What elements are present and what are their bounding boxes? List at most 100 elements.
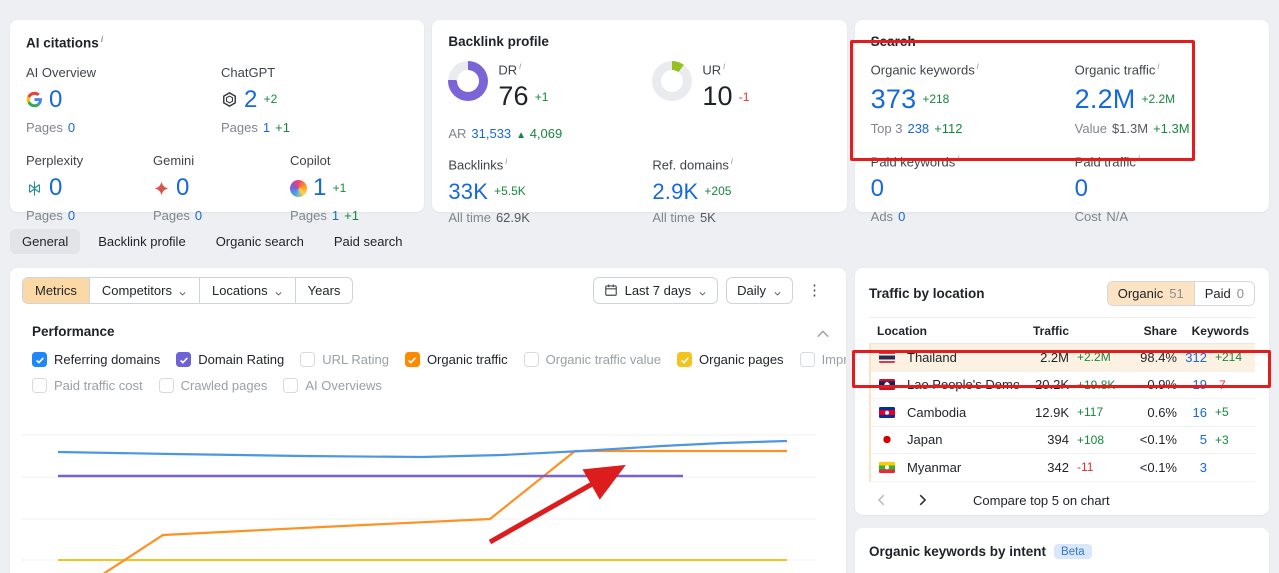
table-row-laos[interactable]: Lao People's Democratic Reput 20.2K +19.… [871,372,1255,399]
tab-general[interactable]: General [10,229,81,254]
checkbox-url-rating[interactable]: URL Rating [300,352,389,367]
traffic-by-location-title: Traffic by location [869,286,985,301]
pages-value[interactable]: 1 [263,120,270,136]
ref-domains-value[interactable]: 2.9K [652,178,698,206]
table-row-cambodia[interactable]: Cambodia 12.9K +117 0.6% 16 +5 [871,399,1255,427]
metric-ref-domains: Ref. domains i 2.9K +205 All time 5K [652,156,830,226]
pages-value[interactable]: 1 [332,208,339,224]
column-keywords[interactable]: Keywords [1177,324,1249,338]
table-row-myanmar[interactable]: Myanmar 342 -11 <0.1% 3 [871,454,1255,482]
info-icon[interactable]: i [1157,61,1159,71]
keywords-value[interactable]: 5 [1177,432,1207,447]
collapse-chevron-up-icon[interactable] [816,327,830,338]
tab-paid-search[interactable]: Paid search [322,229,415,254]
ur-label: UR [702,62,722,78]
table-row-thailand[interactable]: Thailand 2.2M +2.2M 98.4% 312 +214 [871,344,1255,372]
info-icon[interactable]: i [723,61,725,71]
share-value: <0.1% [1139,432,1177,448]
pages-value[interactable]: 0 [68,208,75,224]
checkbox-crawled-pages[interactable]: Crawled pages [158,378,267,393]
ads-value[interactable]: 0 [898,209,905,225]
perplexity-value[interactable]: 0 [49,173,63,203]
paid-traffic-value[interactable]: 0 [1075,174,1089,204]
locations-button[interactable]: Locations [198,277,295,303]
column-share[interactable]: Share [1121,324,1177,338]
traffic-value: 394 [1047,432,1069,448]
checkbox-organic-pages[interactable]: Organic pages [677,352,784,367]
date-range-button[interactable]: Last 7 days [592,276,719,304]
metrics-button[interactable]: Metrics [23,277,89,303]
years-button[interactable]: Years [294,277,353,303]
info-icon[interactable]: i [957,153,959,163]
checkbox-organic-traffic[interactable]: Organic traffic [404,352,508,367]
ar-label: AR [448,126,467,142]
google-icon [26,91,43,108]
info-icon[interactable]: i [505,156,507,166]
pages-label: Pages [153,208,190,224]
copilot-value[interactable]: 1 [313,173,327,203]
info-icon[interactable]: i [731,156,733,166]
info-icon[interactable]: i [977,61,979,71]
checkbox-organic-traffic-value[interactable]: Organic traffic value [523,352,661,367]
tab-backlink-profile[interactable]: Backlink profile [86,229,197,254]
ads-label: Ads [870,209,894,225]
pages-label: Pages [221,119,258,135]
checkbox-paid-traffic-cost[interactable]: Paid traffic cost [32,378,143,393]
alltime-value: 62.9K [495,210,530,226]
chart-toolbar: Metrics Competitors Locations Years Last… [10,276,846,304]
checkbox-ai-overviews[interactable]: AI Overviews [283,378,382,393]
toggle-organic[interactable]: Organic 51 [1107,282,1195,305]
beta-badge: Beta [1054,544,1092,559]
column-traffic[interactable]: Traffic [1019,324,1069,338]
metric-label: Organic keywords [870,62,975,78]
tab-organic-search[interactable]: Organic search [204,229,316,254]
chatgpt-delta: +2 [263,92,278,107]
prev-page-icon[interactable] [875,493,889,507]
info-icon[interactable]: i [101,34,104,44]
ur-value[interactable]: 10 [702,81,732,112]
ar-value[interactable]: 31,533 [471,126,511,141]
keywords-value[interactable]: 312 [1177,350,1207,365]
keywords-value[interactable]: 3 [1177,460,1207,475]
traffic-by-location-card: Traffic by location Organic 51 Paid 0 Loca… [855,268,1269,515]
compare-top5-link[interactable]: Compare top 5 on chart [973,493,1110,508]
metric-backlinks: Backlinks i 33K +5.5K All time 62.9K [448,156,652,226]
performance-line-chart[interactable] [22,407,834,573]
alltime-label: All time [652,210,695,226]
paid-keywords-value[interactable]: 0 [871,174,885,204]
organic-keywords-value[interactable]: 373 [871,83,917,117]
kebab-menu-icon[interactable]: ⋮ [801,281,828,299]
gemini-value[interactable]: 0 [176,173,190,203]
table-row-japan[interactable]: Japan 394 +108 <0.1% 5 +3 [871,427,1255,454]
metric-checkbox-row-2: Paid traffic cost Crawled pages AI Overv… [10,378,846,393]
backlinks-value[interactable]: 33K [448,178,488,206]
dr-value[interactable]: 76 [498,81,528,112]
metric-ur: UR i 10 -1 [652,61,830,141]
checkbox-impressions[interactable]: Impressions [799,352,846,367]
alltime-value: 5K [699,210,716,226]
granularity-button[interactable]: Daily [726,276,793,304]
metric-label: Gemini [153,153,195,168]
top3-value[interactable]: 238 [907,121,929,137]
column-location[interactable]: Location [877,324,1019,338]
toggle-paid[interactable]: Paid 0 [1194,282,1254,305]
thailand-flag [879,351,895,363]
pages-value[interactable]: 0 [195,208,202,224]
chatgpt-value[interactable]: 2 [244,85,258,115]
checkbox-domain-rating[interactable]: Domain Rating [176,352,284,367]
organic-traffic-value[interactable]: 2.2M [1075,83,1136,117]
info-icon[interactable]: i [1138,153,1140,163]
ai-overview-value[interactable]: 0 [49,85,63,115]
checkbox-referring-domains[interactable]: Referring domains [32,352,160,367]
competitors-button[interactable]: Competitors [88,277,199,303]
keywords-value[interactable]: 16 [1177,405,1207,420]
keywords-value[interactable]: 19 [1177,377,1207,392]
next-page-icon[interactable] [915,493,929,507]
info-icon[interactable]: i [519,61,521,71]
pages-value[interactable]: 0 [68,120,75,136]
checkbox-icon [32,352,47,367]
value-delta: +1.3M [1153,121,1190,137]
organic-paid-toggle: Organic 51 Paid 0 [1106,281,1255,306]
perplexity-icon [26,180,43,197]
metric-perplexity: Perplexity 0 Pages 0 [26,153,153,225]
